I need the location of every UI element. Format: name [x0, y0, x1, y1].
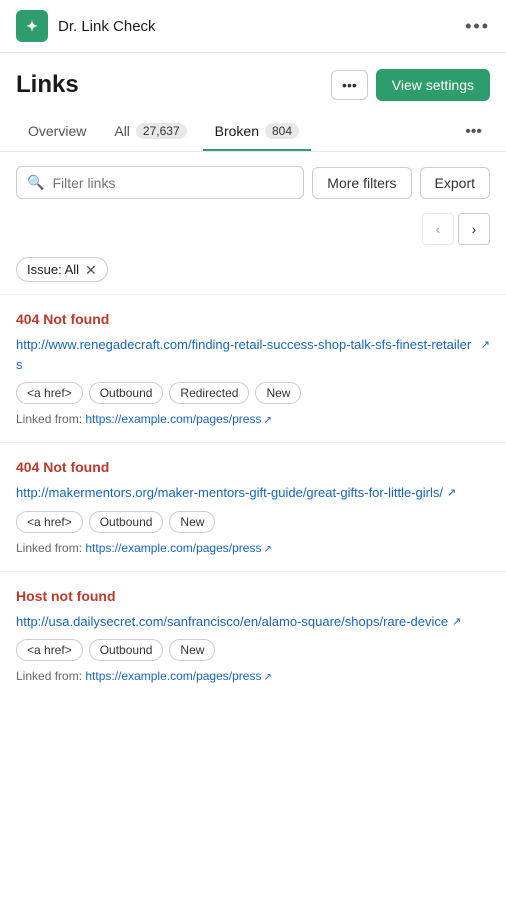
external-link-icon: ↗	[447, 485, 456, 502]
link-url[interactable]: http://usa.dailysecret.com/sanfrancisco/…	[16, 612, 461, 632]
external-link-icon: ↗	[481, 337, 490, 354]
tab-all-badge: 27,637	[136, 123, 187, 139]
linked-from-url[interactable]: https://example.com/pages/press↗	[85, 412, 271, 426]
tab-broken[interactable]: Broken 804	[203, 113, 311, 151]
linked-from-ext-icon: ↗	[263, 415, 271, 426]
header-actions: ••• View settings	[331, 69, 490, 101]
tag: <a href>	[16, 511, 83, 533]
top-bar-more-button[interactable]: •••	[465, 16, 490, 37]
app-title: Dr. Link Check	[58, 18, 156, 35]
export-button[interactable]: Export	[420, 167, 490, 199]
error-label: 404 Not found	[16, 459, 490, 475]
issue-filter-label: Issue: All	[27, 262, 79, 277]
list-item: 404 Not found http://www.renegadecraft.co…	[0, 294, 506, 442]
linked-from: Linked from: https://example.com/pages/p…	[16, 412, 490, 426]
search-input[interactable]	[52, 175, 293, 191]
issue-filter-tag: Issue: All ✕	[16, 257, 108, 282]
app-logo: ✦	[16, 10, 48, 42]
tags-row: <a href> OutboundRedirected New	[16, 382, 490, 404]
view-settings-button[interactable]: View settings	[376, 69, 490, 101]
tag: Outbound	[89, 511, 164, 533]
tags-row: <a href> OutboundNew	[16, 511, 490, 533]
tag: Outbound	[89, 382, 164, 404]
filter-tags: Issue: All ✕	[0, 253, 506, 294]
tag: Redirected	[169, 382, 249, 404]
error-label: Host not found	[16, 588, 490, 604]
search-box: 🔍	[16, 166, 304, 199]
tag: Outbound	[89, 639, 164, 661]
linked-from-ext-icon: ↗	[263, 672, 271, 683]
tabs-bar: Overview All 27,637 Broken 804 •••	[0, 113, 506, 152]
external-link-icon: ↗	[452, 614, 461, 631]
next-page-button[interactable]: ›	[458, 213, 490, 245]
tabs-more-button[interactable]: •••	[457, 113, 490, 151]
top-bar: ✦ Dr. Link Check •••	[0, 0, 506, 53]
page-title: Links	[16, 71, 79, 99]
link-url[interactable]: http://makermentors.org/maker-mentors-gi…	[16, 483, 456, 503]
page-header: Links ••• View settings	[0, 53, 506, 113]
tag: New	[255, 382, 301, 404]
tab-overview[interactable]: Overview	[16, 113, 98, 151]
tab-broken-badge: 804	[265, 123, 299, 139]
pagination-row: ‹ ›	[0, 213, 506, 253]
linked-from-ext-icon: ↗	[263, 544, 271, 555]
linked-from-url[interactable]: https://example.com/pages/press↗	[85, 669, 271, 683]
issue-filter-remove-button[interactable]: ✕	[85, 263, 97, 277]
error-label: 404 Not found	[16, 311, 490, 327]
tag: <a href>	[16, 639, 83, 661]
tab-all[interactable]: All 27,637	[102, 113, 198, 151]
filter-row: 🔍 More filters Export	[0, 152, 506, 213]
linked-from-url[interactable]: https://example.com/pages/press↗	[85, 541, 271, 555]
linked-from: Linked from: https://example.com/pages/p…	[16, 541, 490, 555]
list-item: 404 Not found http://makermentors.org/mak…	[0, 442, 506, 571]
list-item: Host not found http://usa.dailysecret.com…	[0, 571, 506, 700]
tags-row: <a href> OutboundNew	[16, 639, 490, 661]
more-filters-button[interactable]: More filters	[312, 167, 411, 199]
link-list: 404 Not found http://www.renegadecraft.co…	[0, 294, 506, 699]
tag: New	[169, 639, 215, 661]
tag: New	[169, 511, 215, 533]
top-bar-left: ✦ Dr. Link Check	[16, 10, 156, 42]
tag: <a href>	[16, 382, 83, 404]
page-more-button[interactable]: •••	[331, 70, 368, 100]
search-icon: 🔍	[27, 174, 44, 191]
linked-from: Linked from: https://example.com/pages/p…	[16, 669, 490, 683]
prev-page-button[interactable]: ‹	[422, 213, 454, 245]
link-url[interactable]: http://www.renegadecraft.com/finding-ret…	[16, 335, 490, 374]
